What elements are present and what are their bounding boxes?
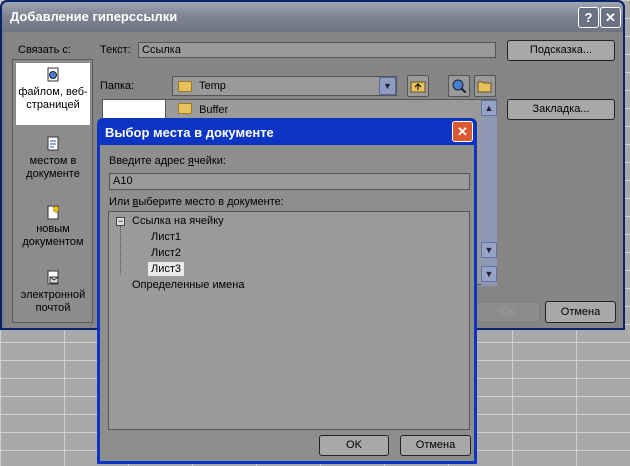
link-type-place-in-document[interactable]: местом в документе — [15, 132, 91, 196]
folder-label: Папка: — [100, 80, 135, 92]
cell-address-label: Введите адрес ячейки: — [109, 155, 226, 167]
link-type-label: электронной почтой — [20, 289, 86, 314]
link-type-new-document[interactable]: новым документом — [15, 200, 91, 264]
tree-node-cell-reference[interactable]: Ссылка на ячейку — [132, 214, 224, 228]
main-cancel-button[interactable]: Отмена — [545, 301, 616, 323]
email-icon — [47, 270, 59, 285]
folder-value: Temp — [199, 80, 226, 92]
folder-up-icon — [410, 81, 426, 93]
place-dialog-body: Введите адрес ячейки: A10 Или выберите м… — [100, 145, 474, 461]
cell-address-input[interactable]: A10 — [109, 173, 470, 190]
collapse-icon[interactable]: − — [116, 217, 125, 226]
link-text-input[interactable]: Ссылка — [138, 42, 496, 58]
chevron-down-icon[interactable]: ▼ — [379, 77, 396, 95]
scroll-up-icon[interactable]: ▲ — [481, 100, 497, 116]
main-titlebar[interactable]: Добавление гиперссылки ? ✕ — [2, 2, 623, 32]
tree-node-defined-names[interactable]: Определенные имена — [132, 278, 244, 292]
link-type-email[interactable]: электронной почтой — [15, 266, 91, 330]
text-label: Текст: — [100, 44, 131, 56]
tree-node-sheet1[interactable]: Лист1 — [151, 230, 181, 244]
folder-icon — [178, 103, 192, 114]
folder-up-button[interactable] — [407, 75, 429, 97]
scroll-down-icon[interactable]: ▼ — [481, 242, 497, 258]
document-place-tree[interactable]: − Ссылка на ячейку Лист1 Лист2 Лист3 Опр… — [108, 211, 470, 430]
link-type-label: местом в документе — [26, 155, 80, 180]
document-place-icon — [47, 136, 59, 151]
open-folder-icon — [477, 81, 492, 93]
bookmark-button[interactable]: Закладка... — [507, 99, 615, 120]
select-place-label: Или выберите место в документе: — [109, 196, 284, 208]
main-ok-button[interactable]: OK — [476, 301, 540, 323]
browse-file-button[interactable] — [474, 75, 496, 97]
folder-icon — [178, 81, 192, 92]
new-document-icon — [47, 204, 60, 220]
tree-connector — [120, 226, 121, 274]
link-type-file-web[interactable]: файлом, веб-страницей — [15, 62, 91, 126]
link-to-label: Связать с: — [18, 44, 71, 56]
place-close-button[interactable]: ✕ — [452, 121, 473, 142]
place-cancel-button[interactable]: Отмена — [400, 435, 471, 456]
vertical-scrollbar[interactable]: ▲ ▼ ▼ — [481, 100, 497, 286]
help-button[interactable]: ? — [578, 7, 599, 28]
browse-web-button[interactable] — [448, 75, 470, 97]
link-type-panel: файлом, веб-страницей местом в документе… — [12, 59, 93, 323]
place-dialog-title: Выбор места в документе — [105, 125, 274, 140]
link-type-label: файлом, веб-страницей — [18, 86, 88, 111]
screentip-button[interactable]: Подсказка... — [507, 40, 615, 61]
tree-node-sheet2[interactable]: Лист2 — [151, 246, 181, 260]
list-item[interactable]: Buffer — [178, 103, 228, 116]
main-dialog-title: Добавление гиперссылки — [10, 9, 178, 24]
web-search-icon — [452, 79, 467, 94]
main-close-button[interactable]: ✕ — [600, 7, 621, 28]
select-place-dialog: Выбор места в документе ✕ Введите адрес … — [97, 118, 477, 464]
chevron-down-icon[interactable]: ▼ — [481, 266, 497, 282]
folder-select[interactable]: Temp — [172, 76, 397, 96]
tree-node-sheet3-selected[interactable]: Лист3 — [148, 262, 185, 276]
globe-page-icon — [47, 67, 59, 82]
link-type-label: новым документом — [22, 223, 84, 248]
place-ok-button[interactable]: OK — [319, 435, 389, 456]
